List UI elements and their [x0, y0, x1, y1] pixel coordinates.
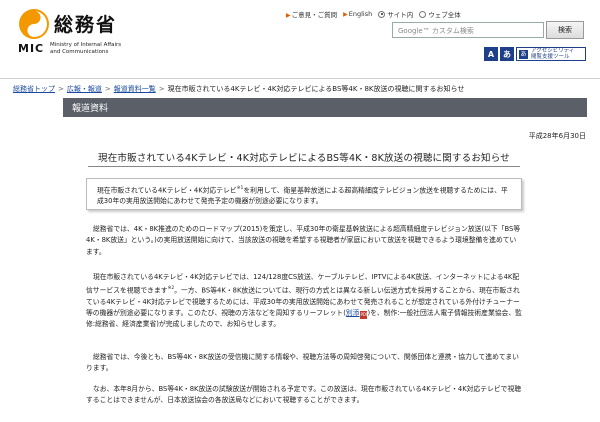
search-input[interactable]: Google™ カスタム検索	[392, 22, 544, 38]
logo-abbrev: MIC	[18, 42, 45, 55]
furigana-button[interactable]: あ	[500, 47, 514, 61]
mic-logo-icon[interactable]	[18, 8, 50, 40]
paragraph-current-tv: 現在市販されている4Kテレビ・4K対応テレビでは、124/128度CS放送、ケー…	[86, 273, 522, 329]
accessibility-tool-label: アクセシビリティ 閲覧支援ツール	[531, 48, 575, 60]
english-link[interactable]: ▶English	[343, 10, 372, 18]
paragraph-cooperation: 総務省では、今後とも、BS等4K・8K放送の受信機に関する情報や、視聴方法等の周…	[86, 353, 519, 373]
text-size-button[interactable]: A	[484, 47, 498, 61]
accessibility-tool-button[interactable]: あ アクセシビリティ 閲覧支援ツール	[516, 47, 586, 61]
site-header: 総務省 MIC Ministry of Internal Affairs and…	[0, 0, 600, 70]
logo-title[interactable]: 総務省	[54, 10, 117, 37]
attachment-link[interactable]: 別添	[346, 309, 360, 317]
radio-web-search[interactable]: ウェブ全体	[419, 9, 461, 19]
accessibility-icon: あ	[519, 50, 528, 59]
breadcrumb-separator: >	[158, 85, 165, 93]
page-title: 現在市販されている4Kテレビ・4K対応テレビによるBS等4K・8K放送の視聴に関…	[88, 150, 520, 167]
release-date: 平成28年6月30日	[528, 132, 586, 140]
arrow-right-icon: ▶	[343, 11, 348, 18]
breadcrumb-current: 現在市販されている4Kテレビ・4K対応テレビによるBS等4K・8K放送の視聴に関…	[167, 85, 465, 93]
breadcrumb-separator: >	[104, 85, 111, 93]
section-header: 報道資料	[63, 98, 587, 117]
lead-summary-box: 現在市販されている4Kテレビ・4K対応テレビ※1を利用して、衛星基幹放送による超…	[86, 178, 522, 210]
header-divider	[0, 78, 600, 79]
feedback-link[interactable]: ▶ご意見・ご質問	[286, 9, 337, 19]
paragraph-test-broadcast: なお、本年8月から、BS等4K・8K放送の試験放送が開始される予定です。この放送…	[86, 385, 522, 405]
logo-english: Ministry of Internal Affairs and Communi…	[50, 42, 121, 55]
breadcrumb: 総務省トップ > 広報・報道 > 報道資料一覧 > 現在市販されている4Kテレビ・4K対応テ…	[13, 84, 464, 94]
breadcrumb-press[interactable]: 広報・報道	[67, 85, 102, 93]
arrow-right-icon: ▶	[286, 12, 291, 19]
logo-english-line2: and Communications	[50, 48, 109, 55]
radio-site-search[interactable]: サイト内	[378, 9, 413, 19]
paragraph-roadmap: 総務省では、4K・8K推進のためのロードマップ(2015)を策定し、平成30年の…	[86, 225, 521, 256]
radio-unchecked-icon	[419, 10, 427, 18]
radio-checked-icon	[378, 10, 386, 18]
breadcrumb-home[interactable]: 総務省トップ	[13, 85, 55, 93]
top-links: ▶ご意見・ご質問 ▶English サイト内 ウェブ全体	[286, 9, 461, 19]
search-button[interactable]: 検索	[546, 21, 584, 39]
logo-english-line1: Ministry of Internal Affairs	[50, 42, 122, 48]
breadcrumb-separator: >	[58, 85, 64, 93]
breadcrumb-press-list[interactable]: 報道資料一覧	[114, 85, 156, 93]
